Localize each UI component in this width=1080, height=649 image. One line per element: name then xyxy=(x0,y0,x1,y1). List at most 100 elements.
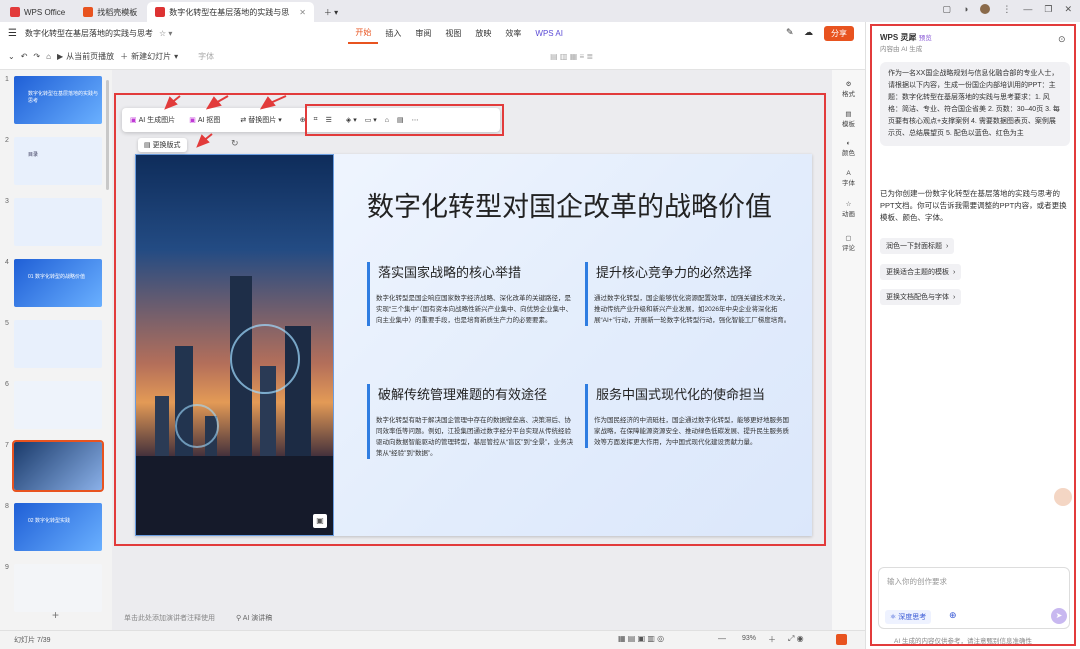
strip-animation[interactable]: ☆ 动画 xyxy=(834,200,863,218)
tab-template[interactable]: 找稻壳模板 xyxy=(75,2,145,22)
deep-think-button[interactable]: ⚛ 深度思考 xyxy=(885,610,932,624)
assistant-avatar[interactable] xyxy=(1054,488,1072,506)
card-3[interactable]: 破解传统管理难题的有效途径 数字化转型有助于解决国企管理中存在的数据壁垒高、决策滞… xyxy=(367,384,577,459)
slide-canvas[interactable]: ▣ 数字化转型对国企改革的战略价值 落实国家战略的核心举措 数字化转型是国企响应国… xyxy=(135,154,812,536)
strip-color[interactable]: ◐ 颜色 xyxy=(834,140,863,157)
card-body: 作为国民经济的中流砥柱，国企通过数字化转型，能够更好地服务国家战略，在保障能源资… xyxy=(594,417,789,446)
slide-thumbnail[interactable]: 目录 xyxy=(14,137,102,185)
zoom-out-icon[interactable]: — xyxy=(718,634,726,643)
menu-bar: ☰ 数字化转型在基层落地的实践与思考 ☆ ▾ 开始 插入 审阅 视图 放映 效率… xyxy=(0,22,865,44)
thumb-number: 5 xyxy=(5,320,9,327)
strip-format[interactable]: ⚙ 格式 xyxy=(834,80,863,98)
slide-thumbnail[interactable] xyxy=(14,198,102,246)
skin-icon[interactable]: ◑ xyxy=(963,4,968,15)
view-buttons[interactable]: ▦ ▤ ▣ ▥ ◎ xyxy=(618,634,664,643)
prompt-input[interactable]: 输入你的创作要求 xyxy=(887,576,947,587)
ai-speech-button[interactable]: ⚲ AI 演讲稿 xyxy=(236,613,272,623)
ppt-file-icon xyxy=(155,7,166,17)
play-from-current-button[interactable]: ▶ 从当前页播放 xyxy=(57,51,114,62)
restore-icon[interactable]: ❐ xyxy=(1044,4,1052,15)
play-slideshow-button[interactable] xyxy=(836,634,847,645)
wps-lingxi-panel: WPS 灵犀 预览 内容由 AI 生成 ⊙ 作为一名XX国企战略规划与信息化融合… xyxy=(865,22,1080,649)
slide-thumbnail[interactable]: 02 数字化转型实践 xyxy=(14,503,102,551)
slide-counter: 幻灯片 7/39 xyxy=(14,637,51,644)
slide-thumbnail[interactable] xyxy=(14,564,102,612)
redo-icon[interactable]: ↷ xyxy=(33,52,40,61)
more-icon[interactable]: ⋮ xyxy=(1002,4,1011,15)
card-2[interactable]: 提升核心竞争力的必然选择通过数字化转型，国企能够优化资源配置效率，加强关键技术攻… xyxy=(585,262,795,326)
send-icon[interactable]: ➤ xyxy=(1051,608,1067,624)
share-button[interactable]: 分享 xyxy=(824,26,854,41)
notes-placeholder[interactable]: 单击此处添加演讲者注释使用 xyxy=(124,613,215,623)
new-tab-button[interactable]: ＋ ▾ xyxy=(316,2,346,22)
card-heading: 提升核心竞争力的必然选择 xyxy=(596,265,753,280)
thumb-number: 8 xyxy=(5,503,9,510)
strip-template[interactable]: ▤ 模板 xyxy=(834,110,863,128)
format-tools[interactable]: ▤ ▥ ▦ ≡ ≣ xyxy=(550,52,593,61)
undo-icon[interactable]: ↶ xyxy=(21,52,28,61)
city-image[interactable]: ▣ xyxy=(135,154,333,536)
window-icon[interactable]: ▢ xyxy=(942,4,951,15)
strip-font[interactable]: A 字体 xyxy=(834,170,863,187)
tab-wps-office[interactable]: WPS Office xyxy=(2,2,73,22)
image-options-icon[interactable]: ▣ xyxy=(313,514,327,528)
thumb-number: 6 xyxy=(5,381,9,388)
file-title: 数字化转型在基层落地的实践与思考 xyxy=(24,28,153,38)
tab-document[interactable]: 数字化转型在基层落地的实践与思 ✕ xyxy=(147,2,314,22)
thumb-caption: 02 数字化转型实践 xyxy=(28,518,70,524)
prompt-input-box[interactable]: 输入你的创作要求 ⚛ 深度思考 ⊕ ➤ xyxy=(878,567,1070,629)
home-icon[interactable]: ⌂ xyxy=(46,52,51,61)
thumb-number: 3 xyxy=(5,198,9,205)
fit-icon[interactable]: ⤢ ◉ xyxy=(788,634,804,644)
add-slide-icon[interactable]: + xyxy=(52,608,59,622)
globe-icon[interactable]: ⊕ xyxy=(949,610,957,621)
title-bar: WPS Office 找稻壳模板 数字化转型在基层落地的实践与思 ✕ ＋ ▾ ▢ … xyxy=(0,0,1080,22)
slide-thumbnail[interactable]: 01 数字化转型的战略价值 xyxy=(14,259,102,307)
menu-wps-ai[interactable]: WPS AI xyxy=(528,22,570,44)
history-icon[interactable]: ⊙ xyxy=(1058,34,1066,45)
star-icon[interactable]: ☆ ▾ xyxy=(153,29,178,38)
menu-view[interactable]: 视图 xyxy=(438,22,468,44)
card-body: 通过数字化转型，国企能够优化资源配置效率，加强关键技术攻关，推动传统产业升级和新… xyxy=(594,295,791,324)
zoom-level[interactable]: 93% xyxy=(742,635,756,642)
format-icon: ⚙ xyxy=(845,81,852,88)
panel-subtitle: 内容由 AI 生成 xyxy=(880,46,923,53)
minimize-icon[interactable]: — xyxy=(1023,4,1032,15)
close-tab-icon[interactable]: ✕ xyxy=(299,8,306,17)
menu-play[interactable]: 放映 xyxy=(468,22,498,44)
avatar[interactable] xyxy=(980,4,991,14)
slide-thumbnail[interactable] xyxy=(12,440,104,492)
card-heading: 落实国家战略的核心举措 xyxy=(378,265,522,280)
status-bar: 幻灯片 7/39 ▦ ▤ ▣ ▥ ◎ — 93% ＋ ⤢ ◉ xyxy=(0,630,865,649)
hamburger-icon[interactable]: ☰ xyxy=(0,28,25,39)
suggestion-chip-3[interactable]: 更换文档配色与字体 › xyxy=(880,289,962,305)
user-message: 作为一名XX国企战略规划与信息化融合部的专业人士，请根据以下内容，生成一份国企内… xyxy=(880,62,1070,146)
menu-efficiency[interactable]: 效率 xyxy=(498,22,528,44)
card-4[interactable]: 服务中国式现代化的使命担当 作为国民经济的中流砥柱，国企通过数字化转型，能够更好地… xyxy=(585,384,795,448)
menu-review[interactable]: 审阅 xyxy=(408,22,438,44)
edit-mode-icon[interactable]: ✎ xyxy=(786,27,794,38)
slide-thumbnail[interactable] xyxy=(14,381,102,429)
thumb-caption: 数字化转型在基层落地的实践与思考 xyxy=(28,91,99,104)
ribbon-toolbar: ⌄ ↶ ↷ ⌂ ▶ 从当前页播放 ＋ 新建幻灯片 ▾ 字体 ▤ ▥ ▦ ≡ ≣ xyxy=(0,44,865,70)
menu-insert[interactable]: 插入 xyxy=(378,22,408,44)
tech-circle-icon xyxy=(230,324,300,394)
slide-title[interactable]: 数字化转型对国企改革的战略价值 xyxy=(367,185,772,224)
suggestion-chip-1[interactable]: 润色一下封面标题 › xyxy=(880,238,955,254)
menu-start[interactable]: 开始 xyxy=(348,22,379,44)
collapse-icon[interactable]: ⌄ xyxy=(8,52,15,61)
card-1[interactable]: 落实国家战略的核心举措 数字化转型是国企响应国家数字经济战略、深化改革的关键路径，… xyxy=(367,262,577,326)
new-slide-button[interactable]: ＋ 新建幻灯片 ▾ xyxy=(120,51,178,62)
close-window-icon[interactable]: ✕ xyxy=(1064,4,1072,15)
zoom-in-icon[interactable]: ＋ xyxy=(768,634,776,645)
thumb-number: 1 xyxy=(5,76,9,83)
strip-comment[interactable]: ▢ 评论 xyxy=(834,234,863,252)
slide-thumbnail[interactable] xyxy=(14,320,102,368)
tech-circle-small-icon xyxy=(175,404,219,448)
cloud-icon[interactable]: ☁ xyxy=(804,27,813,38)
thumb-scrollbar[interactable] xyxy=(106,80,109,190)
suggestion-chip-2[interactable]: 更换适合主题的模板 › xyxy=(880,264,962,280)
ai-reply: 已为你创建一份数字化转型在基层落地的实践与思考的PPT文档。你可以告诉我需要调整… xyxy=(880,189,1067,222)
font-dropdown[interactable]: 字体 xyxy=(198,51,214,62)
slide-thumbnail[interactable]: 数字化转型在基层落地的实践与思考 xyxy=(14,76,102,124)
